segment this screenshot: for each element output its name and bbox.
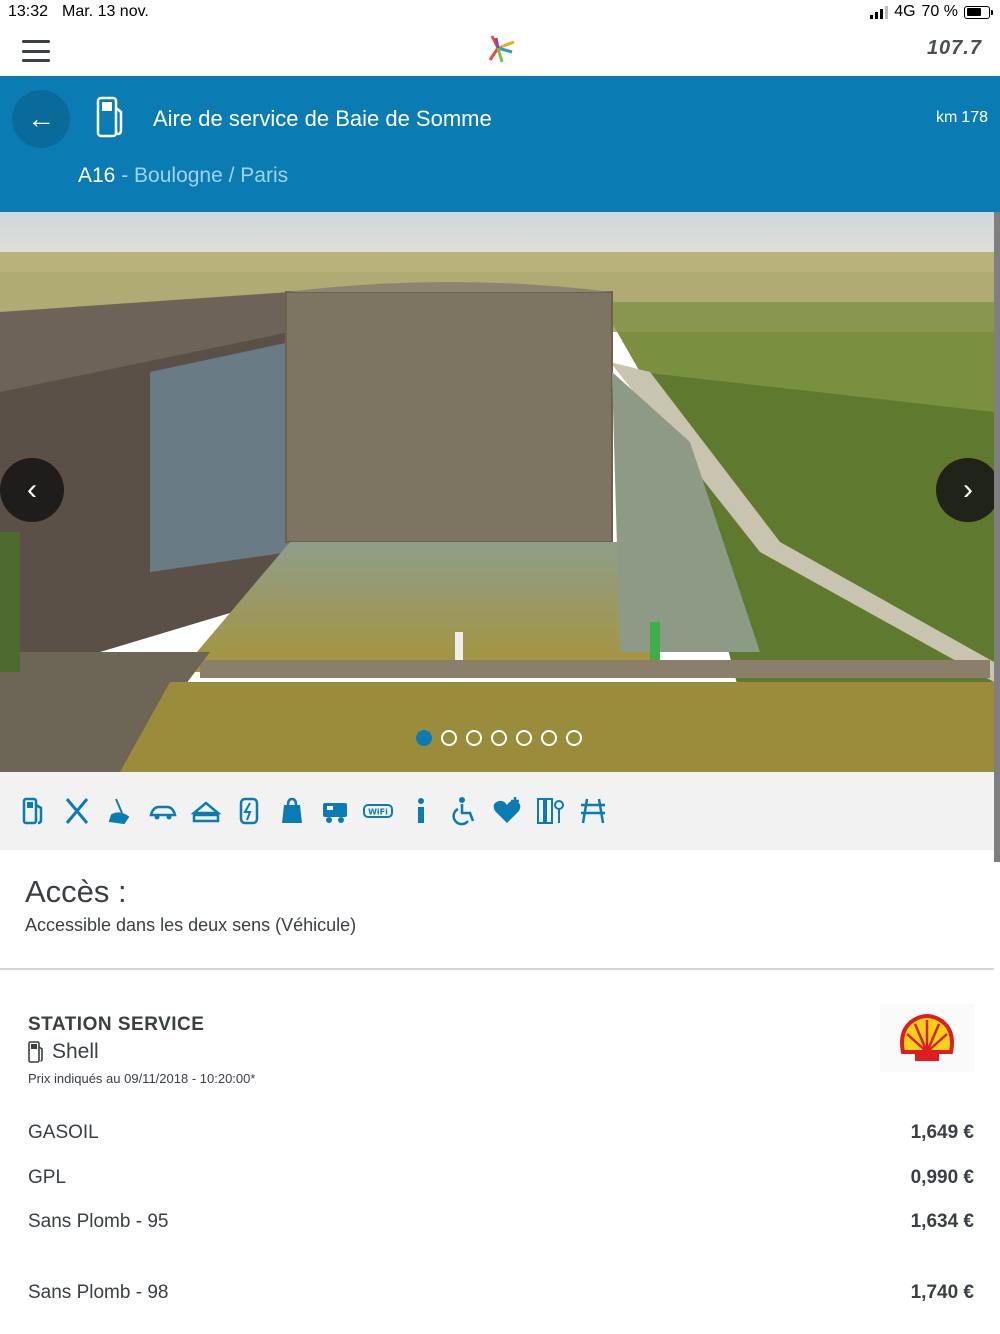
carousel-dot[interactable]	[491, 730, 507, 746]
fuel-row: Sans Plomb - 95 1,634 €	[28, 1211, 974, 1233]
station-brand-name: Shell	[52, 1040, 99, 1063]
sandwich-icon[interactable]	[188, 793, 224, 829]
carousel-dot[interactable]	[566, 730, 582, 746]
photo-carousel[interactable]: ‹ ›	[0, 212, 994, 772]
fuel-price: 1,649 €	[910, 1122, 974, 1143]
fuel-row: GPL 0,990 €	[28, 1167, 974, 1189]
fuel-name: GASOIL	[28, 1122, 99, 1143]
price-date: Prix indiqués au 09/11/2018 - 10:20:00*	[28, 1071, 256, 1086]
info-icon[interactable]	[403, 793, 439, 829]
radio-label[interactable]: 107.7	[927, 37, 982, 60]
km-marker: km 178	[936, 109, 988, 127]
carousel-dot[interactable]	[441, 730, 457, 746]
restaurant-icon[interactable]	[59, 793, 95, 829]
carousel-dot[interactable]	[416, 730, 432, 746]
carousel-prev-button[interactable]: ‹	[0, 458, 64, 522]
network-label: 4G	[894, 3, 916, 20]
carousel-next-button[interactable]: ›	[936, 458, 994, 522]
menu-icon[interactable]	[22, 40, 50, 62]
km-label: km	[935, 109, 958, 126]
carousel-dot[interactable]	[466, 730, 482, 746]
page-header: ← Aire de service de Baie de Somme km 178…	[0, 76, 1000, 212]
tire-pressure-icon[interactable]	[532, 793, 568, 829]
direction-label: - Boulogne / Paris	[115, 164, 289, 187]
shell-logo-icon	[900, 1014, 954, 1061]
status-date: Mar. 13 nov.	[62, 3, 149, 20]
shop-icon[interactable]	[274, 793, 310, 829]
carousel-dots	[416, 730, 582, 746]
battery-label: 70 %	[921, 3, 958, 20]
fuel-price: 1,634 €	[910, 1211, 974, 1232]
page-title: Aire de service de Baie de Somme	[153, 106, 492, 131]
km-value: 178	[961, 109, 988, 126]
arrow-left-icon: ←	[27, 103, 55, 134]
car-wash-icon[interactable]	[145, 793, 181, 829]
carousel-dot[interactable]	[541, 730, 557, 746]
scrollbar[interactable]	[994, 212, 1000, 862]
fuel-row: Sans Plomb - 98 1,740 €	[28, 1282, 974, 1304]
fuel-pump-icon[interactable]	[16, 793, 52, 829]
status-right: 4G 70 %	[870, 3, 993, 21]
battery-icon	[964, 5, 993, 19]
accessibility-icon[interactable]	[446, 793, 482, 829]
defibrillator-icon[interactable]	[489, 793, 525, 829]
station-photo	[0, 212, 994, 772]
svg-text:WiFi: WiFi	[368, 808, 388, 817]
station-label: STATION SERVICE	[28, 1014, 205, 1035]
access-title: Accès :	[25, 874, 127, 909]
fuel-name: GPL	[28, 1167, 67, 1188]
fuel-price: 0,990 €	[910, 1167, 974, 1188]
fuel-pump-icon	[28, 1041, 43, 1063]
app-bar: 107.7	[0, 24, 1000, 76]
route-info: A16 - Boulogne / Paris	[78, 164, 288, 188]
ev-charging-icon[interactable]	[231, 793, 267, 829]
road-label: A16	[78, 164, 116, 187]
chevron-left-icon: ‹	[27, 473, 37, 506]
back-button[interactable]: ←	[12, 90, 70, 148]
fuel-name: Sans Plomb - 98	[28, 1282, 169, 1303]
status-time: 13:32	[8, 3, 49, 20]
fuel-name: Sans Plomb - 95	[28, 1211, 169, 1232]
signal-icon	[870, 5, 889, 19]
fuel-price: 1,740 €	[910, 1282, 974, 1303]
app-logo-icon[interactable]	[484, 32, 518, 66]
picnic-icon[interactable]	[575, 793, 611, 829]
divider	[0, 968, 994, 970]
shell-logo	[880, 1004, 974, 1072]
wifi-icon[interactable]: WiFi	[360, 793, 396, 829]
camping-car-icon[interactable]	[317, 793, 353, 829]
station-brand: Shell	[28, 1040, 99, 1064]
access-text: Accessible dans les deux sens (Véhicule)	[25, 915, 357, 935]
chevron-right-icon: ›	[963, 473, 973, 506]
fuel-pump-icon	[96, 96, 123, 138]
services-bar: WiFi	[0, 772, 994, 850]
carousel-dot[interactable]	[516, 730, 532, 746]
status-bar: 13:32 Mar. 13 nov. 4G 70 %	[0, 0, 1000, 24]
fuel-row: GASOIL 1,649 €	[28, 1122, 974, 1144]
cleaning-icon[interactable]	[102, 793, 138, 829]
